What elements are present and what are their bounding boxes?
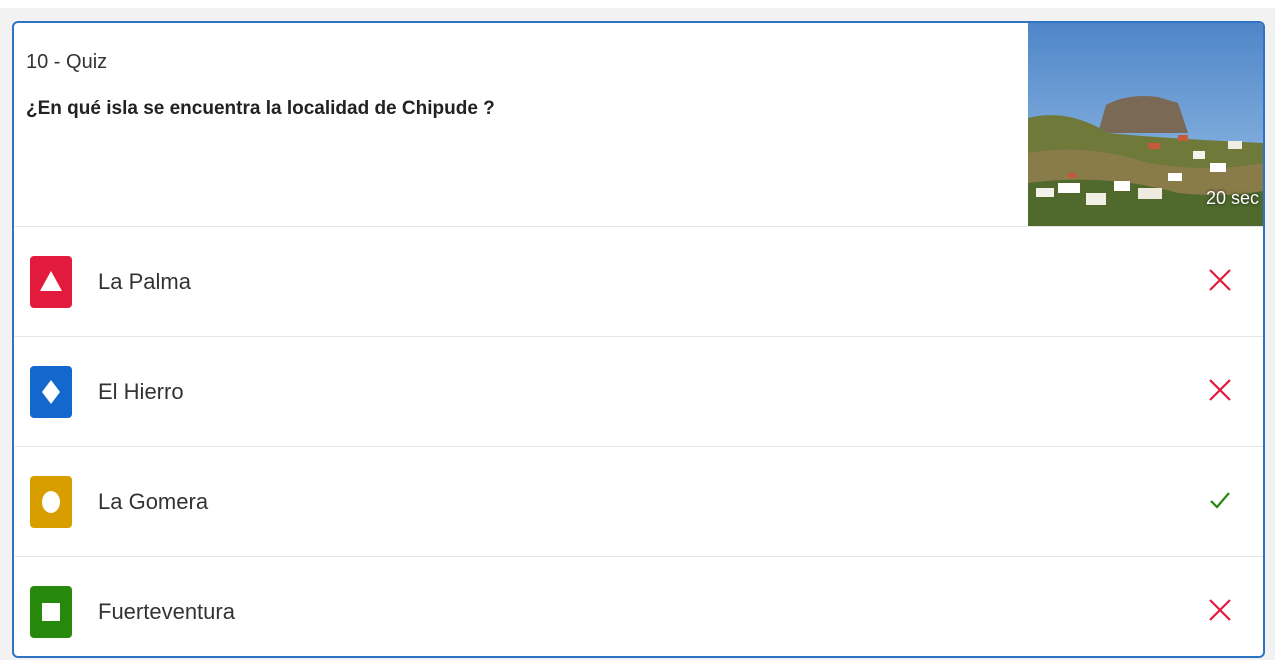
check-icon (1207, 487, 1233, 513)
question-image: 20 sec (1028, 23, 1263, 226)
quiz-number-label: 10 - Quiz (26, 51, 108, 73)
square-icon (30, 586, 72, 638)
close-icon (1207, 377, 1233, 403)
answer-label: El Hierro (98, 379, 184, 404)
timer-label: 20 sec (1205, 188, 1259, 208)
answer-label: Fuerteventura (98, 599, 235, 624)
question-header: 10 - Quiz ¿En qué isla se encuentra la l… (14, 23, 1263, 227)
close-icon (1207, 597, 1233, 623)
question-text: ¿En qué isla se encuentra la localidad d… (26, 98, 495, 119)
triangle-icon (30, 256, 72, 308)
answer-option[interactable]: El Hierro (14, 337, 1263, 447)
top-strip (0, 0, 1275, 8)
diamond-icon (30, 366, 72, 418)
answer-option[interactable]: La Gomera (14, 447, 1263, 557)
close-icon (1207, 267, 1233, 293)
answer-label: La Palma (98, 269, 191, 294)
answer-option[interactable]: La Palma (14, 227, 1263, 337)
answer-option[interactable]: Fuerteventura (14, 557, 1263, 656)
answer-label: La Gomera (98, 489, 209, 514)
circle-icon (30, 476, 72, 528)
quiz-card: 10 - Quiz ¿En qué isla se encuentra la l… (12, 21, 1265, 658)
